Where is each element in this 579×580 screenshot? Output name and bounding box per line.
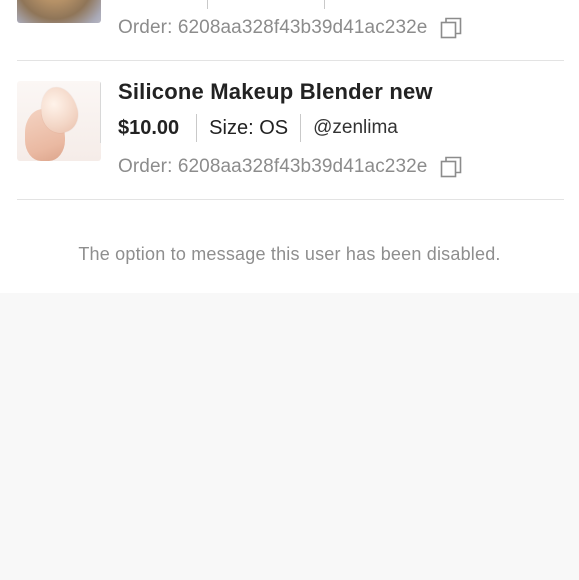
order-meta: $10.00 Size: OS @zenlima <box>118 113 398 143</box>
order-id-row: Order: 6208aa328f43b39d41ac232e <box>118 13 462 43</box>
seller-handle[interactable]: @zenlima <box>301 117 398 139</box>
order-item[interactable]: Silicone Makeup Blender new $10.00 Size:… <box>17 61 564 200</box>
messaging-disabled-notice: The option to message this user has been… <box>78 244 501 264</box>
copy-icon[interactable] <box>440 17 462 39</box>
order-id-row: Order: 6208aa328f43b39d41ac232e <box>118 152 462 182</box>
product-thumbnail[interactable] <box>17 0 101 23</box>
order-item[interactable]: Order: 6208aa328f43b39d41ac232e <box>17 0 564 61</box>
meta-divider <box>207 0 208 9</box>
meta-divider <box>324 0 325 9</box>
product-title[interactable]: Silicone Makeup Blender new <box>118 79 433 105</box>
order-panel: Order: 6208aa328f43b39d41ac232e Silicone… <box>0 0 579 293</box>
size: Size: OS <box>209 116 289 139</box>
product-thumbnail[interactable] <box>17 81 101 161</box>
order-id: Order: 6208aa328f43b39d41ac232e <box>118 156 428 177</box>
copy-icon[interactable] <box>440 156 462 178</box>
order-meta <box>118 0 337 10</box>
order-id: Order: 6208aa328f43b39d41ac232e <box>118 17 428 38</box>
thumbnail-divider <box>100 81 101 143</box>
price: $10.00 <box>118 116 180 139</box>
